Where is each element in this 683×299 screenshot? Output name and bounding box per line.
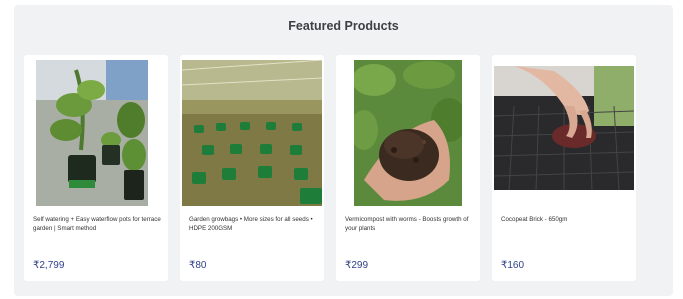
product-image[interactable] [494, 66, 634, 190]
product-price: ₹2,799 [33, 260, 65, 271]
product-card[interactable]: Self watering + Easy waterflow pots for … [24, 55, 168, 281]
product-card[interactable]: Cocopeat Brick - 650gm ₹160 [492, 55, 636, 281]
product-price: ₹160 [501, 260, 525, 271]
product-name[interactable]: Vermicompost with worms - Boosts growth … [345, 215, 473, 233]
product-name[interactable]: Garden growbags • More sizes for all see… [189, 215, 317, 233]
product-image[interactable] [354, 60, 462, 206]
product-card[interactable]: Vermicompost with worms - Boosts growth … [336, 55, 480, 281]
featured-products-section: Featured Products Self watering + Easy w… [14, 5, 673, 296]
product-card[interactable]: Garden growbags • More sizes for all see… [180, 55, 324, 281]
product-image[interactable] [36, 60, 148, 206]
product-name[interactable]: Cocopeat Brick - 650gm [501, 215, 629, 224]
product-price: ₹80 [189, 260, 207, 271]
product-name[interactable]: Self watering + Easy waterflow pots for … [33, 215, 161, 233]
product-price: ₹299 [345, 260, 369, 271]
product-image[interactable] [182, 60, 322, 206]
section-title: Featured Products [288, 19, 399, 33]
